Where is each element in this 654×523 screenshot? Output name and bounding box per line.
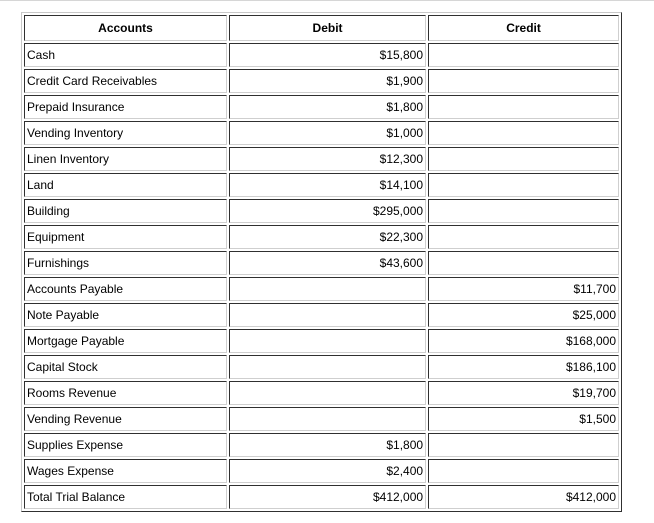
debit-cell: $22,300 — [229, 225, 427, 249]
credit-cell — [428, 199, 619, 223]
debit-cell: $15,800 — [229, 43, 427, 67]
debit-cell: $1,000 — [229, 121, 427, 145]
account-cell: Supplies Expense — [24, 433, 228, 457]
credit-cell — [428, 69, 619, 93]
account-cell: Equipment — [24, 225, 228, 249]
account-cell: Vending Revenue — [24, 407, 228, 431]
header-credit: Credit — [428, 15, 619, 41]
header-accounts: Accounts — [24, 15, 228, 41]
table-row: Rooms Revenue $19,700 — [24, 381, 619, 405]
account-cell: Building — [24, 199, 228, 223]
credit-cell: $11,700 — [428, 277, 619, 301]
credit-cell — [428, 225, 619, 249]
credit-cell: $19,700 — [428, 381, 619, 405]
account-cell: Land — [24, 173, 228, 197]
credit-cell — [428, 459, 619, 483]
credit-cell — [428, 95, 619, 119]
top-divider — [0, 0, 654, 1]
trial-balance-table: Accounts Debit Credit Cash $15,800 Credit … — [21, 12, 622, 512]
account-cell: Wages Expense — [24, 459, 228, 483]
credit-cell — [428, 173, 619, 197]
debit-cell: $412,000 — [229, 485, 427, 509]
debit-cell: $1,800 — [229, 433, 427, 457]
table-row: Accounts Payable $11,700 — [24, 277, 619, 301]
debit-cell: $2,400 — [229, 459, 427, 483]
account-cell: Note Payable — [24, 303, 228, 327]
credit-cell: $186,100 — [428, 355, 619, 379]
credit-cell — [428, 433, 619, 457]
account-cell: Rooms Revenue — [24, 381, 228, 405]
table-row: Prepaid Insurance $1,800 — [24, 95, 619, 119]
credit-cell — [428, 121, 619, 145]
debit-cell — [229, 329, 427, 353]
debit-cell — [229, 355, 427, 379]
credit-cell: $412,000 — [428, 485, 619, 509]
debit-cell: $43,600 — [229, 251, 427, 275]
account-cell: Vending Inventory — [24, 121, 228, 145]
account-cell: Cash — [24, 43, 228, 67]
debit-cell: $1,900 — [229, 69, 427, 93]
debit-cell — [229, 381, 427, 405]
debit-cell: $295,000 — [229, 199, 427, 223]
table-row: Land $14,100 — [24, 173, 619, 197]
table-row: Note Payable $25,000 — [24, 303, 619, 327]
table-row: Building $295,000 — [24, 199, 619, 223]
table-row: Supplies Expense $1,800 — [24, 433, 619, 457]
account-cell: Linen Inventory — [24, 147, 228, 171]
account-cell: Prepaid Insurance — [24, 95, 228, 119]
table-row: Wages Expense $2,400 — [24, 459, 619, 483]
table-row: Cash $15,800 — [24, 43, 619, 67]
debit-cell — [229, 407, 427, 431]
table-row: Equipment $22,300 — [24, 225, 619, 249]
header-debit: Debit — [229, 15, 427, 41]
table-row: Credit Card Receivables $1,900 — [24, 69, 619, 93]
credit-cell: $168,000 — [428, 329, 619, 353]
account-cell: Furnishings — [24, 251, 228, 275]
credit-cell — [428, 147, 619, 171]
account-cell: Capital Stock — [24, 355, 228, 379]
table-row: Vending Revenue $1,500 — [24, 407, 619, 431]
header-row: Accounts Debit Credit — [24, 15, 619, 41]
account-cell: Mortgage Payable — [24, 329, 228, 353]
debit-cell: $14,100 — [229, 173, 427, 197]
total-row: Total Trial Balance $412,000 $412,000 — [24, 485, 619, 509]
account-cell: Total Trial Balance — [24, 485, 228, 509]
table-row: Vending Inventory $1,000 — [24, 121, 619, 145]
debit-cell: $1,800 — [229, 95, 427, 119]
debit-cell — [229, 303, 427, 327]
table-row: Linen Inventory $12,300 — [24, 147, 619, 171]
debit-cell: $12,300 — [229, 147, 427, 171]
table-row: Mortgage Payable $168,000 — [24, 329, 619, 353]
account-cell: Accounts Payable — [24, 277, 228, 301]
credit-cell — [428, 251, 619, 275]
credit-cell — [428, 43, 619, 67]
credit-cell: $25,000 — [428, 303, 619, 327]
account-cell: Credit Card Receivables — [24, 69, 228, 93]
table-row: Capital Stock $186,100 — [24, 355, 619, 379]
table-row: Furnishings $43,600 — [24, 251, 619, 275]
debit-cell — [229, 277, 427, 301]
credit-cell: $1,500 — [428, 407, 619, 431]
